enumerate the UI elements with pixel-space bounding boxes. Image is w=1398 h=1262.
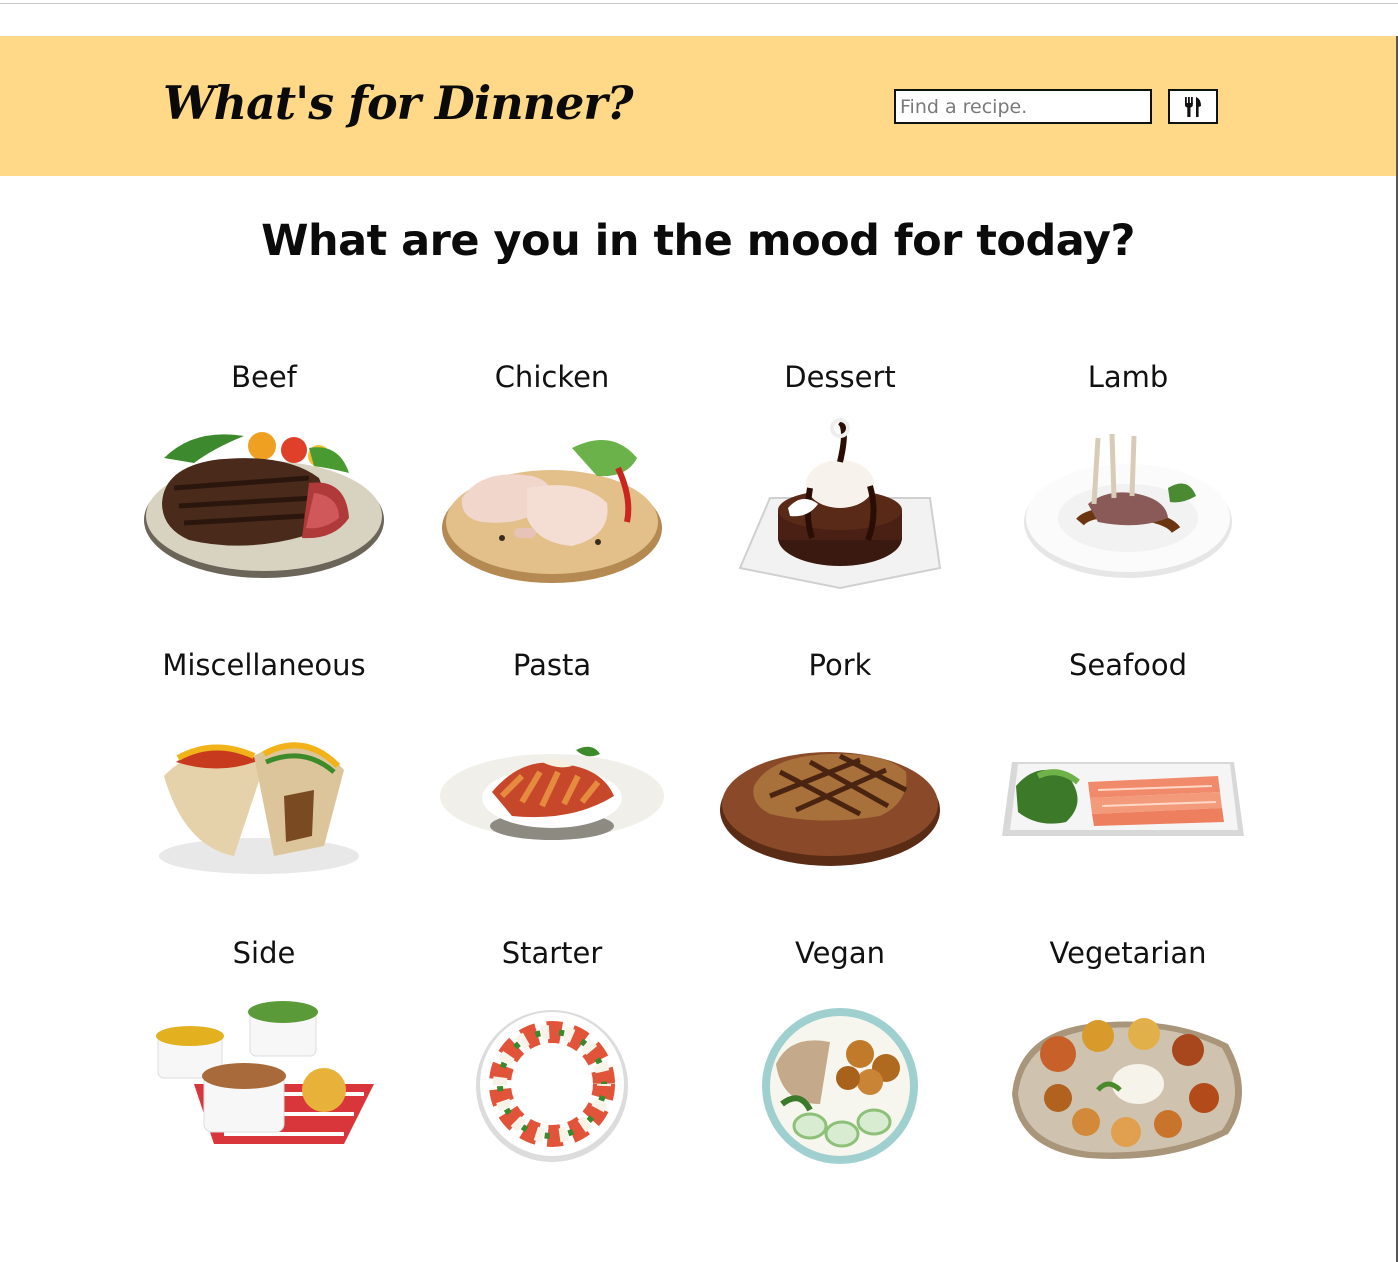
category-label: Lamb (1087, 360, 1169, 394)
steak-plate-image (144, 432, 384, 578)
window-top-divider (0, 3, 1398, 4)
category-label: Seafood (1068, 648, 1188, 682)
category-label: Pork (808, 648, 872, 682)
category-label: Chicken (494, 360, 610, 394)
category-card-vegetarian[interactable]: Vegetarian (984, 932, 1272, 1220)
category-label: Starter (501, 936, 603, 970)
category-label: Pasta (512, 648, 592, 682)
category-grid: Beef Chicken Dessert Lamb Miscellaneous … (120, 356, 1272, 1220)
utensils-icon (1185, 96, 1201, 117)
chocolate-cake-image (738, 418, 942, 590)
category-card-lamb[interactable]: Lamb (984, 356, 1272, 644)
thali-platter-image (1012, 1018, 1242, 1159)
category-card-pasta[interactable]: Pasta (408, 644, 696, 932)
category-label: Dessert (784, 360, 896, 394)
category-label: Vegetarian (1049, 936, 1207, 970)
salmon-platter-image (1002, 762, 1244, 836)
category-label: Miscellaneous (162, 648, 366, 682)
category-label: Beef (231, 360, 297, 394)
site-header: What's for Dinner? (0, 36, 1396, 176)
caprese-salad-image (476, 1010, 628, 1162)
category-label: Side (232, 936, 296, 970)
side-bowls-image (156, 1001, 374, 1144)
category-label: Vegan (795, 936, 885, 970)
lamb-rack-image (1024, 433, 1232, 578)
category-card-starter[interactable]: Starter (408, 932, 696, 1220)
vegan-bowl-image (762, 1008, 918, 1164)
category-card-miscellaneous[interactable]: Miscellaneous (120, 644, 408, 932)
recipe-search-input[interactable] (894, 89, 1152, 124)
category-card-beef[interactable]: Beef (120, 356, 408, 644)
penne-pasta-image (440, 746, 664, 840)
site-title[interactable]: What's for Dinner? (163, 76, 634, 130)
chicken-legs-image (442, 440, 662, 583)
search-button[interactable] (1168, 89, 1218, 124)
page-heading: What are you in the mood for today? (261, 216, 1135, 266)
category-card-chicken[interactable]: Chicken (408, 356, 696, 644)
tacos-image (159, 742, 359, 874)
category-card-pork[interactable]: Pork (696, 644, 984, 932)
pork-chop-image (720, 752, 940, 866)
category-card-seafood[interactable]: Seafood (984, 644, 1272, 932)
category-card-vegan[interactable]: Vegan (696, 932, 984, 1220)
category-card-dessert[interactable]: Dessert (696, 356, 984, 644)
category-card-side[interactable]: Side (120, 932, 408, 1220)
